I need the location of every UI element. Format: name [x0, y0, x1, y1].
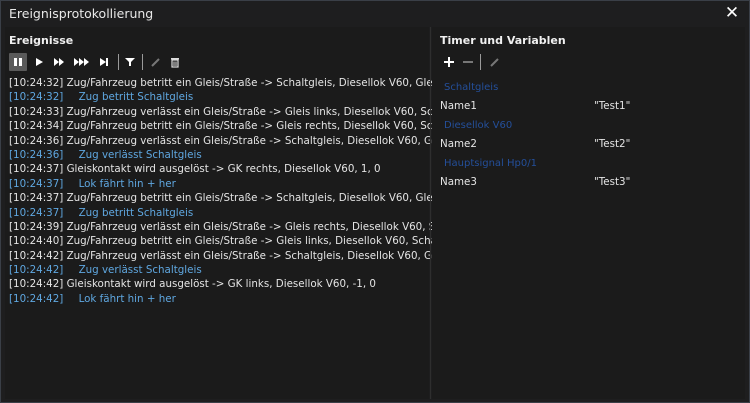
log-line[interactable]: [10:24:37] Zug/Fahrzeug betritt ein Glei… — [9, 191, 476, 205]
toolbar-separator — [118, 54, 119, 70]
log-message: Gleiskontakt wird ausgelöst -> GK rechts… — [66, 163, 381, 176]
edit-button[interactable] — [146, 53, 164, 71]
log-timestamp: [10:24:33] — [9, 105, 64, 118]
event-log-list[interactable]: [10:24:32] Zug/Fahrzeug betritt ein Glei… — [9, 76, 485, 306]
log-line[interactable]: [10:24:36] Zug verlässt Schaltgleis — [9, 148, 429, 162]
log-line[interactable]: [10:24:42] Gleiskontakt wird ausgelöst -… — [9, 277, 429, 291]
fast-forward-button[interactable] — [71, 53, 93, 71]
log-timestamp: [10:24:37] — [9, 163, 64, 176]
filter-icon — [125, 58, 135, 66]
step-forward-icon — [54, 58, 64, 66]
log-timestamp: [10:24:39] — [9, 220, 64, 233]
events-toolbar — [9, 53, 189, 71]
log-message: Zug/Fahrzeug betritt ein Gleis/Straße ->… — [66, 120, 477, 133]
fast-forward-icon — [74, 58, 89, 66]
log-line[interactable]: [10:24:42] Lok fährt hin + her — [9, 292, 429, 306]
play-icon — [36, 58, 43, 66]
log-line[interactable]: [10:24:34] Zug/Fahrzeug betritt ein Glei… — [9, 119, 476, 133]
edit-icon — [490, 58, 499, 67]
add-variable-button[interactable] — [440, 53, 458, 71]
pause-button[interactable] — [9, 53, 27, 71]
log-line[interactable]: [10:24:37] Gleiskontakt wird ausgelöst -… — [9, 162, 429, 176]
variable-value: "Test3" — [594, 176, 631, 188]
remove-variable-button[interactable] — [459, 53, 477, 71]
log-timestamp: [10:24:42] — [9, 292, 64, 305]
delete-icon — [171, 57, 179, 68]
variable-name: Name3 — [440, 176, 477, 188]
skip-to-end-button[interactable] — [95, 53, 113, 71]
variable-value: "Test1" — [594, 100, 631, 112]
title-bar[interactable]: Ereignisprotokollierung ✕ — [1, 1, 749, 27]
toolbar-separator — [480, 54, 481, 70]
log-timestamp: [10:24:36] — [9, 148, 64, 161]
variables-panel: Timer und Variablen Schaltgleis Name1 "Tes… — [432, 27, 745, 399]
variables-toolbar — [440, 53, 520, 71]
variables-list[interactable]: Schaltgleis Name1 "Test1" Diesellok V60 Name… — [440, 79, 740, 193]
variable-name: Name1 — [440, 100, 477, 112]
edit-variable-button[interactable] — [485, 53, 503, 71]
variable-value: "Test2" — [594, 138, 631, 150]
variable-name: Name2 — [440, 138, 477, 150]
events-panel: Ereignisse [10:24:32] Zug/Fahrzeug betri… — [5, 27, 485, 399]
log-line[interactable]: [10:24:37] Lok fährt hin + her — [9, 177, 429, 191]
log-line[interactable]: [10:24:42] Zug/Fahrzeug verlässt ein Gle… — [9, 249, 476, 263]
log-message: Zug/Fahrzeug betritt ein Gleis/Straße ->… — [66, 192, 477, 205]
minus-icon — [463, 61, 473, 63]
events-heading: Ereignisse — [9, 34, 74, 47]
log-message: Zug/Fahrzeug verlässt ein Gleis/Straße -… — [66, 249, 477, 262]
log-timestamp: [10:24:42] — [9, 249, 64, 262]
log-message: Zug/Fahrzeug betritt ein Gleis/Straße ->… — [66, 235, 468, 248]
log-message: Zug betritt Schaltgleis — [78, 206, 194, 219]
log-line[interactable]: [10:24:32] Zug/Fahrzeug betritt ein Glei… — [9, 76, 468, 90]
log-message: Zug/Fahrzeug verlässt ein Gleis/Straße -… — [66, 220, 485, 233]
log-line[interactable]: [10:24:42] Zug verlässt Schaltgleis — [9, 263, 429, 277]
close-icon[interactable]: ✕ — [723, 3, 741, 23]
log-message: Zug/Fahrzeug verlässt ein Gleis/Straße -… — [66, 105, 477, 118]
variable-group-header[interactable]: Diesellok V60 — [440, 117, 740, 134]
step-forward-button[interactable] — [50, 53, 68, 71]
log-timestamp: [10:24:42] — [9, 264, 64, 277]
log-message: Lok fährt hin + her — [78, 292, 176, 305]
log-timestamp: [10:24:36] — [9, 134, 64, 147]
log-message: Zug/Fahrzeug betritt ein Gleis/Straße ->… — [66, 77, 468, 89]
variable-group-header[interactable]: Schaltgleis — [440, 79, 740, 96]
log-message: Zug verlässt Schaltgleis — [78, 264, 202, 277]
play-button[interactable] — [30, 53, 48, 71]
delete-button[interactable] — [166, 53, 184, 71]
variable-row[interactable]: Name3 "Test3" — [440, 172, 740, 193]
event-log-window: Ereignisprotokollierung ✕ Ereignisse [10… — [0, 0, 750, 403]
log-line[interactable]: [10:24:39] Zug/Fahrzeug verlässt ein Gle… — [9, 220, 485, 234]
variable-group-header[interactable]: Hauptsignal Hp0/1 — [440, 155, 740, 172]
log-timestamp: [10:24:42] — [9, 278, 64, 291]
variable-row[interactable]: Name2 "Test2" — [440, 134, 740, 155]
log-timestamp: [10:24:37] — [9, 206, 64, 219]
plus-icon — [444, 57, 454, 67]
log-timestamp: [10:24:40] — [9, 235, 64, 248]
log-timestamp: [10:24:32] — [9, 77, 64, 89]
log-message: Gleiskontakt wird ausgelöst -> GK links,… — [66, 278, 376, 291]
log-line[interactable]: [10:24:36] Zug/Fahrzeug verlässt ein Gle… — [9, 134, 485, 148]
log-line[interactable]: [10:24:40] Zug/Fahrzeug betritt ein Glei… — [9, 234, 468, 248]
log-line[interactable]: [10:24:33] Zug/Fahrzeug verlässt ein Gle… — [9, 105, 476, 119]
log-message: Zug verlässt Schaltgleis — [78, 148, 202, 161]
log-timestamp: [10:24:37] — [9, 192, 64, 205]
log-message: Zug betritt Schaltgleis — [78, 91, 194, 104]
log-message: Lok fährt hin + her — [78, 177, 176, 190]
variable-row[interactable]: Name1 "Test1" — [440, 96, 740, 117]
log-timestamp: [10:24:32] — [9, 91, 64, 104]
pause-icon — [14, 58, 22, 66]
skip-to-end-icon — [100, 58, 108, 66]
window-title: Ereignisprotokollierung — [9, 6, 154, 21]
filter-button[interactable] — [121, 53, 139, 71]
pane-divider[interactable] — [430, 27, 431, 399]
log-line[interactable]: [10:24:32] Zug betritt Schaltgleis — [9, 90, 429, 104]
edit-icon — [151, 58, 160, 67]
variables-heading: Timer und Variablen — [440, 34, 566, 47]
log-timestamp: [10:24:34] — [9, 120, 64, 133]
log-line[interactable]: [10:24:37] Zug betritt Schaltgleis — [9, 206, 429, 220]
toolbar-separator — [142, 54, 143, 70]
log-message: Zug/Fahrzeug verlässt ein Gleis/Straße -… — [66, 134, 485, 147]
log-timestamp: [10:24:37] — [9, 177, 64, 190]
